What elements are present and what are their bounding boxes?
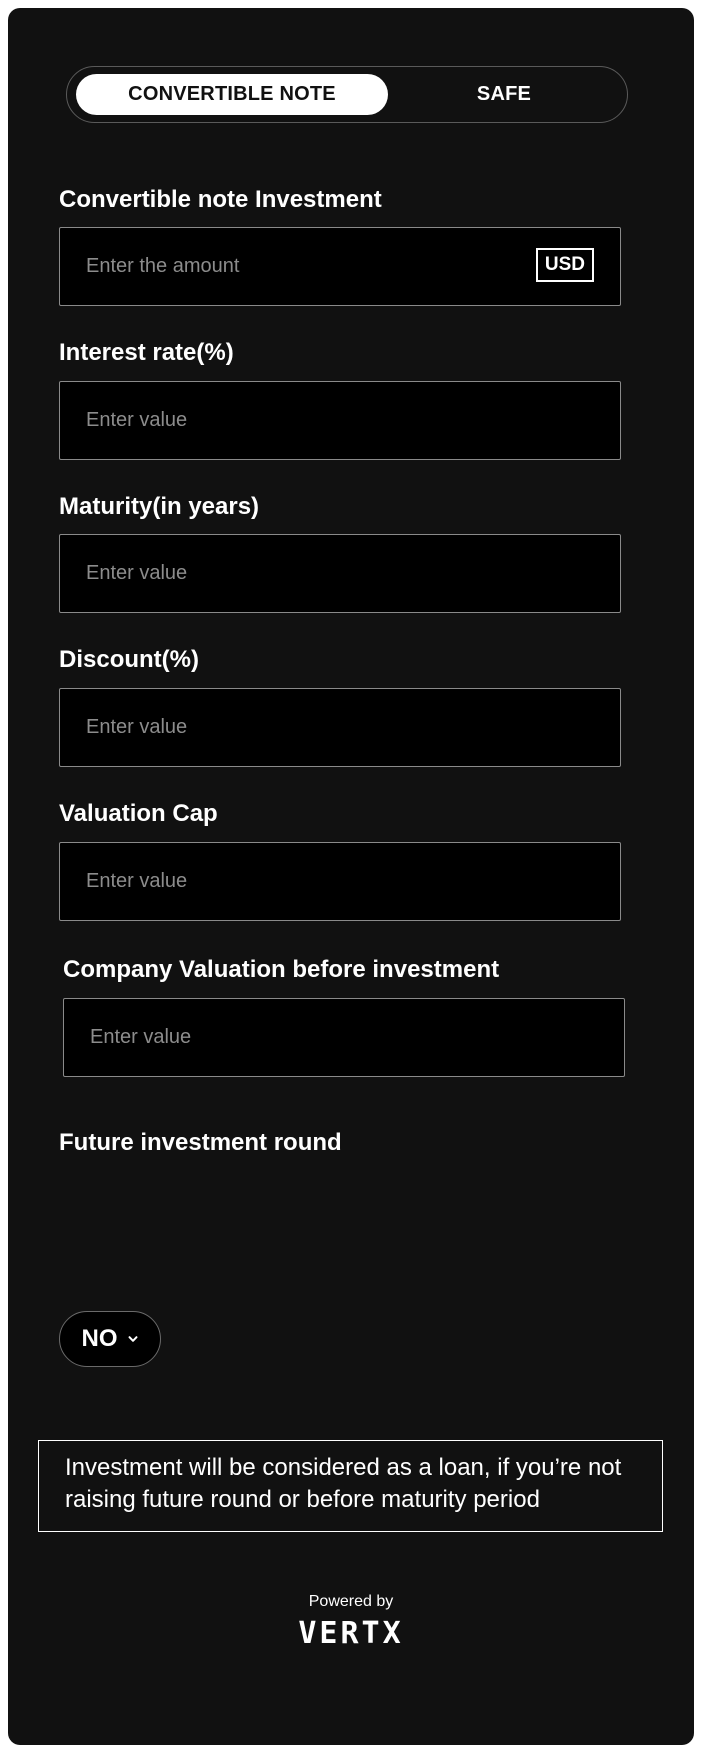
- vertx-logo: VERTX: [298, 1616, 404, 1651]
- investment-field: USD: [59, 227, 621, 306]
- powered-by-label: Powered by: [308, 1593, 394, 1610]
- loan-notice-text: Investment will be considered as a loan,…: [65, 1454, 622, 1513]
- company-valuation-label: Company Valuation before investment: [63, 956, 500, 983]
- future-round-value: NO: [81, 1325, 118, 1352]
- tab-safe[interactable]: SAFE: [388, 74, 620, 115]
- valuation-cap-label: Valuation Cap: [59, 800, 218, 827]
- maturity-label: Maturity(in years): [59, 493, 260, 520]
- interest-rate-input[interactable]: [86, 382, 556, 459]
- future-round-label: Future investment round: [59, 1129, 342, 1156]
- instrument-toggle: CONVERTIBLE NOTE SAFE: [66, 66, 628, 123]
- maturity-input[interactable]: [86, 535, 556, 612]
- currency-badge: USD: [535, 248, 594, 282]
- maturity-field: [59, 534, 621, 613]
- company-valuation-input[interactable]: [90, 999, 560, 1076]
- discount-label: Discount(%): [59, 646, 199, 673]
- interest-rate-field: [59, 381, 621, 460]
- valuation-cap-field: [59, 842, 621, 921]
- valuation-cap-input[interactable]: [86, 843, 556, 920]
- interest-rate-label: Interest rate(%): [59, 339, 234, 366]
- calculator-card: CONVERTIBLE NOTE SAFE Convertible note I…: [8, 8, 694, 1745]
- company-valuation-field: [63, 998, 625, 1077]
- discount-input[interactable]: [86, 689, 556, 766]
- investment-input[interactable]: [86, 228, 556, 305]
- loan-notice: Investment will be considered as a loan,…: [38, 1440, 663, 1532]
- tab-convertible-note[interactable]: CONVERTIBLE NOTE: [76, 74, 388, 115]
- future-round-select[interactable]: NO: [59, 1311, 161, 1367]
- investment-label: Convertible note Investment: [59, 186, 382, 213]
- chevron-down-icon: [128, 1336, 137, 1342]
- discount-field: [59, 688, 621, 767]
